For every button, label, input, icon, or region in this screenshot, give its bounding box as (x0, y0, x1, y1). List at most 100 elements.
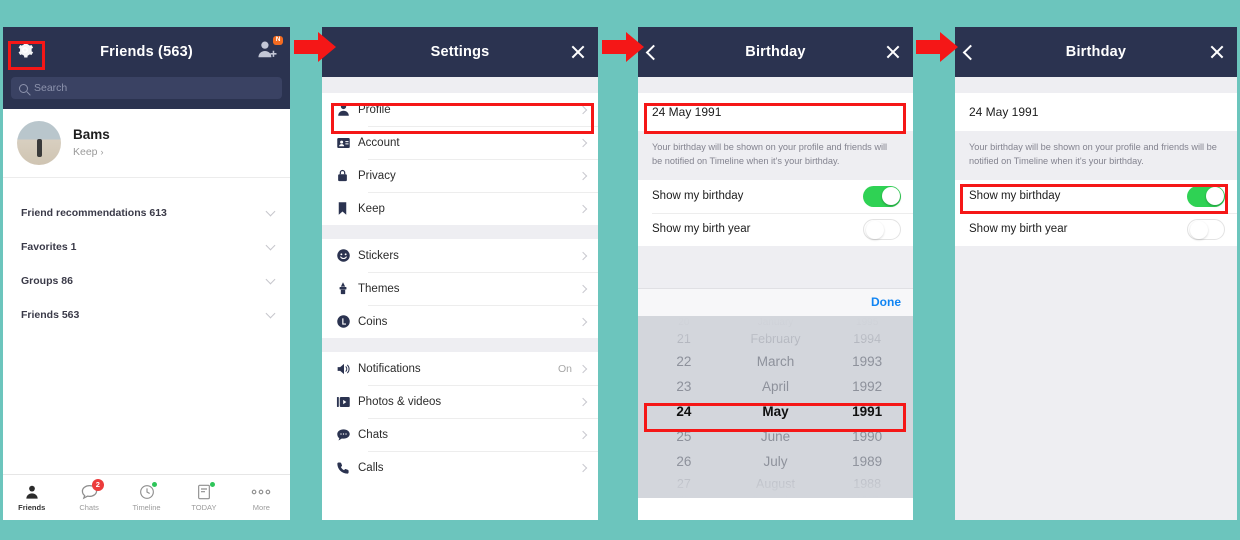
birthday-top-gap (638, 77, 913, 93)
chevron-right-icon (578, 204, 588, 213)
settings-item-profile[interactable]: Profile (322, 93, 598, 126)
profile-row[interactable]: Bams Keep › (3, 109, 290, 178)
picker-item[interactable]: 21 (638, 329, 730, 349)
done-button[interactable]: Done (871, 295, 901, 309)
settings-item-privacy[interactable]: Privacy (322, 159, 598, 192)
close-icon[interactable] (1209, 44, 1225, 60)
group-row-groups[interactable]: Groups 86 (3, 264, 290, 298)
birthday-close-button[interactable] (885, 27, 901, 77)
settings-item-photos-videos[interactable]: Photos & videos (322, 385, 598, 418)
date-picker[interactable]: 20 21 22 23 24 25 26 27 28 January Febru… (638, 315, 913, 498)
toggle-show-my-birth-year[interactable]: Show my birth year (638, 212, 913, 246)
picker-column-day[interactable]: 20 21 22 23 24 25 26 27 28 (638, 316, 730, 498)
picker-column-month[interactable]: January February March April May June Ju… (730, 316, 822, 498)
chevron-down-icon[interactable] (265, 274, 276, 284)
result-toggle-show-my-birth-year[interactable]: Show my birth year (955, 212, 1237, 246)
picker-item[interactable]: 27 (638, 474, 730, 494)
show-birth-year-switch[interactable] (863, 218, 901, 240)
chevron-down-icon[interactable] (265, 240, 276, 250)
birthday-date-field[interactable]: 24 May 1991 (638, 93, 913, 131)
arrow-head (318, 32, 336, 62)
close-icon[interactable] (885, 44, 901, 60)
settings-item-account[interactable]: Account (322, 126, 598, 159)
switch-knob (1189, 221, 1208, 239)
settings-item-label: Chats (358, 428, 389, 441)
settings-item-coins[interactable]: Coins (322, 305, 598, 338)
picker-column-year[interactable]: 1995 1994 1993 1992 1991 1990 1989 1988 … (821, 316, 913, 498)
picker-item-selected[interactable]: 1991 (821, 399, 913, 424)
picker-item[interactable]: 1988 (821, 474, 913, 494)
picker-item[interactable]: 22 (638, 349, 730, 374)
picker-item-selected[interactable]: 24 (638, 399, 730, 424)
search-input[interactable]: Search (11, 77, 282, 99)
settings-gear-button[interactable] (13, 27, 37, 77)
chevron-right-icon (578, 105, 588, 114)
gear-icon[interactable] (13, 38, 37, 67)
add-friend-button[interactable]: N (257, 27, 283, 77)
smiley-icon (336, 248, 358, 263)
avatar[interactable] (17, 121, 61, 165)
picker-item[interactable]: 25 (638, 424, 730, 449)
picker-item-selected[interactable]: May (730, 399, 822, 424)
back-chevron-icon[interactable] (962, 44, 979, 60)
tab-today[interactable]: TODAY (175, 482, 232, 512)
picker-item[interactable]: June (730, 424, 822, 449)
birthday-result-close-button[interactable] (1209, 27, 1225, 77)
tab-chats[interactable]: 2 Chats (60, 479, 117, 512)
close-icon[interactable] (570, 44, 586, 60)
show-birthday-switch[interactable] (1187, 185, 1225, 207)
settings-item-label: Photos & videos (358, 395, 442, 408)
settings-item-chats[interactable]: Chats (322, 418, 598, 451)
picker-item[interactable]: April (730, 374, 822, 399)
birthday-result-back-button[interactable] (962, 27, 979, 77)
settings-item-themes[interactable]: Themes (322, 272, 598, 305)
picker-item[interactable]: 1993 (821, 349, 913, 374)
group-row-favorites[interactable]: Favorites 1 (3, 230, 290, 264)
picker-item[interactable]: March (730, 349, 822, 374)
picker-item[interactable]: 1990 (821, 424, 913, 449)
picker-item[interactable]: 26 (638, 449, 730, 474)
picker-item[interactable]: 1987 (821, 494, 913, 498)
show-birth-year-switch[interactable] (1187, 218, 1225, 240)
group-row-friend-recommendations[interactable]: Friend recommendations 613 (3, 196, 290, 230)
panel-birthday-picker: Birthday 24 May 1991 Your birthday will … (638, 27, 913, 520)
chevron-right-icon (578, 364, 588, 373)
birthday-title: Birthday (745, 44, 806, 60)
picker-item[interactable]: January (730, 316, 822, 329)
tab-timeline[interactable]: Timeline (118, 482, 175, 512)
settings-item-keep[interactable]: Keep (322, 192, 598, 225)
tab-friends[interactable]: Friends (3, 483, 60, 512)
settings-item-calls[interactable]: Calls (322, 451, 598, 484)
picker-item[interactable]: 1992 (821, 374, 913, 399)
picker-item[interactable]: 20 (638, 316, 730, 329)
settings-close-button[interactable] (570, 27, 586, 77)
picker-item[interactable]: August (730, 474, 822, 494)
settings-item-notifications[interactable]: Notifications On (322, 352, 598, 385)
search-icon (19, 83, 28, 93)
picker-item[interactable]: 1995 (821, 316, 913, 329)
picker-item[interactable]: 1994 (821, 329, 913, 349)
group-row-friends[interactable]: Friends 563 (3, 298, 290, 332)
show-birthday-switch[interactable] (863, 185, 901, 207)
group-label: Groups 86 (21, 275, 73, 287)
birthday-result-date-field[interactable]: 24 May 1991 (955, 93, 1237, 131)
tab-more[interactable]: More (233, 483, 290, 512)
picker-item[interactable]: 23 (638, 374, 730, 399)
result-toggle-show-my-birthday[interactable]: Show my birthday (955, 179, 1237, 213)
back-chevron-icon[interactable] (645, 44, 662, 60)
picker-item[interactable]: July (730, 449, 822, 474)
picker-item[interactable]: 28 (638, 494, 730, 498)
chevron-down-icon[interactable] (265, 308, 276, 318)
chevron-right-icon (578, 463, 588, 472)
add-friend-icon[interactable]: N (257, 36, 283, 64)
settings-item-stickers[interactable]: Stickers (322, 239, 598, 272)
chevron-down-icon[interactable] (265, 206, 276, 216)
profile-keep-link[interactable]: Keep › (73, 145, 110, 161)
group-label: Friend recommendations 613 (21, 207, 167, 219)
toggle-show-my-birthday[interactable]: Show my birthday (638, 179, 913, 213)
picker-item[interactable]: 1989 (821, 449, 913, 474)
arrow-shaft (602, 40, 628, 54)
birthday-back-button[interactable] (645, 27, 662, 77)
picker-item[interactable]: September (730, 494, 822, 498)
picker-item[interactable]: February (730, 329, 822, 349)
